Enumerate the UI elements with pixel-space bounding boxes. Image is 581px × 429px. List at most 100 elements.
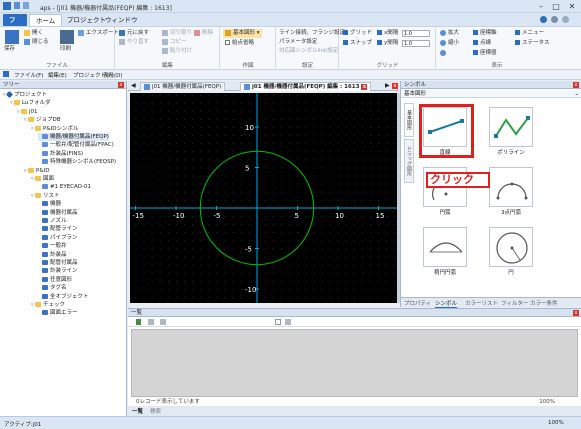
save-icon[interactable] xyxy=(5,30,19,44)
doc-tab-2[interactable]: j01 機器/機器付属品(FEQP) 編集 : 1613 x xyxy=(240,82,372,91)
symbol-category-select[interactable]: 基本図形 ⌄ xyxy=(401,90,581,98)
list-grid[interactable] xyxy=(131,329,578,397)
tree-node[interactable]: 任意図形 xyxy=(38,276,72,284)
undo-button[interactable]: 元に戻す xyxy=(119,29,149,38)
tree-node[interactable]: 配管付属品 xyxy=(38,259,78,267)
symbol-circle[interactable] xyxy=(489,227,533,267)
tree-node[interactable]: 機器 xyxy=(38,200,61,208)
vtab-basic-shapes[interactable]: 基本図形 xyxy=(404,103,414,137)
open-button[interactable]: 開く xyxy=(24,29,43,38)
line-connection-button[interactable]: ライン接続、フランジ設定 xyxy=(279,29,345,38)
close-doc-button[interactable]: 閉じる xyxy=(24,38,49,47)
tab-properties[interactable]: プロパティ xyxy=(404,299,431,307)
status-toggle[interactable]: ステータス xyxy=(515,39,550,48)
zoom-in-button[interactable]: 拡大 xyxy=(440,29,459,38)
paste-button[interactable]: 貼り付け xyxy=(162,47,192,56)
symbol-close-button[interactable]: x xyxy=(573,82,579,88)
tab-color-list[interactable]: カラーリスト xyxy=(465,299,498,307)
tab-file[interactable]: ファイル xyxy=(3,14,27,60)
tree-node[interactable]: 図面エラー xyxy=(38,309,78,317)
vtab-drag-shapes[interactable]: ドラッグ図形 xyxy=(404,139,414,183)
tree-node[interactable]: 機器/機器付属品(FEQP) xyxy=(38,133,109,141)
tab-window[interactable]: ウィンドウ xyxy=(99,14,144,26)
tree-node[interactable]: 計装品 xyxy=(38,251,67,259)
tab-filter[interactable]: フィルター xyxy=(501,299,528,307)
symbol-polyline[interactable] xyxy=(489,107,533,147)
symbol-link-button[interactable]: 対応図シンボルlink設定 xyxy=(279,47,338,56)
basic-shape-button[interactable]: 基本図形 ▾ xyxy=(223,29,262,38)
tab-scroll-right[interactable]: ▶ xyxy=(385,82,390,89)
tab-list[interactable]: 一覧 xyxy=(132,407,143,415)
info-icon[interactable] xyxy=(551,16,558,23)
menu-file[interactable]: ファイル(F) xyxy=(14,71,43,79)
symbol-ellipse-arc[interactable] xyxy=(423,227,467,267)
menu-toggle[interactable]: メニュー xyxy=(515,29,544,38)
tree-node[interactable]: タグ名 xyxy=(38,284,67,292)
settings-icon[interactable] xyxy=(562,16,569,23)
tab-scroll-left[interactable]: ◀ xyxy=(131,82,136,89)
tree-node[interactable]: ▿ Luフォルダ xyxy=(10,99,50,107)
tree-node[interactable]: 一般弁/配管付属品(FPAC) xyxy=(38,141,114,149)
redo-button[interactable]: やり直す xyxy=(119,38,149,47)
list-zoom[interactable]: 100% xyxy=(539,398,555,406)
undo-quick-icon[interactable] xyxy=(23,2,29,9)
tab-search[interactable]: 検索 xyxy=(150,407,161,415)
save-quick-icon[interactable] xyxy=(14,2,20,9)
parameter-button[interactable]: パラメータ設定 xyxy=(279,38,317,47)
doc-tab-close-icon[interactable]: x xyxy=(361,83,368,90)
tree-node[interactable]: ▿ プロジェクト xyxy=(3,90,47,99)
tree-node[interactable]: 配管ライン xyxy=(38,225,78,233)
menu-edit[interactable]: 編集(E) xyxy=(48,71,67,79)
chevron-down-icon[interactable]: ⌄ xyxy=(574,90,579,98)
snap-toggle[interactable]: スナップ xyxy=(343,39,372,48)
doc-close-icon[interactable]: x xyxy=(392,83,398,89)
copy-button[interactable]: コピー xyxy=(162,38,187,47)
dotline-toggle[interactable]: 点線 xyxy=(473,39,491,48)
save-button[interactable]: 保存 xyxy=(4,45,15,54)
filter-icon[interactable] xyxy=(136,319,141,325)
coord-axis-toggle[interactable]: 座標軸 xyxy=(473,29,497,38)
table-icon[interactable] xyxy=(148,319,154,325)
maximize-button[interactable]: □ xyxy=(549,1,563,12)
tree-node[interactable]: ▿ P&ID xyxy=(24,167,49,175)
export-button[interactable]: エクスポート xyxy=(78,29,119,38)
y-spacing-input[interactable]: 1.0 xyxy=(402,40,430,47)
export-list-icon[interactable] xyxy=(160,319,166,325)
tree-node[interactable]: 機器付属品 xyxy=(38,209,78,217)
print-list-icon[interactable] xyxy=(285,319,291,325)
tree-node[interactable]: ▿ P&IDシンボル xyxy=(31,125,78,133)
tree-node[interactable]: ▿ リスト xyxy=(31,192,60,200)
minimize-button[interactable]: – xyxy=(534,1,548,12)
tree-node[interactable]: ノズル xyxy=(38,217,67,225)
tree-node[interactable]: 全オブジェクト xyxy=(38,293,89,301)
tree-node[interactable]: 計装品(FINS) xyxy=(38,150,83,158)
tree-node[interactable]: 計装ライン xyxy=(38,267,78,275)
drawing-canvas[interactable]: -15 -10 -5 5 10 15 10 5 -5 -10 xyxy=(130,93,397,303)
tree-node[interactable]: ▿ ジョブDB xyxy=(24,116,61,124)
tree-node[interactable]: ▿ チェック xyxy=(31,301,65,309)
select-checkbox-icon[interactable] xyxy=(275,319,281,325)
x-spacing-input[interactable]: 1.0 xyxy=(402,30,430,37)
menu-view[interactable]: 表示(D) xyxy=(103,71,123,79)
midpoint-checkbox[interactable]: 始点省略 xyxy=(225,39,254,48)
print-button[interactable]: 印刷 xyxy=(60,45,71,54)
zoom-out-button[interactable]: 縮小 xyxy=(440,39,459,48)
symbol-3pt-arc[interactable] xyxy=(489,167,533,207)
tree-node[interactable]: 一般弁 xyxy=(38,242,67,250)
help-icon[interactable] xyxy=(540,16,547,23)
tree-node[interactable]: 特殊機器シンボル(FEQSP) xyxy=(38,158,116,166)
close-button[interactable]: ✕ xyxy=(565,1,579,12)
fit-button[interactable] xyxy=(440,49,448,58)
tab-home[interactable]: ホーム xyxy=(29,14,63,26)
status-zoom[interactable]: 100% xyxy=(548,420,564,426)
tree-node[interactable]: ▿ 図面 xyxy=(31,175,54,183)
coord-value-toggle[interactable]: 座標値 xyxy=(473,49,497,58)
tree-close-button[interactable]: x xyxy=(118,82,124,88)
doc-tab-1[interactable]: j01 機器/機器付属品(FEQP) xyxy=(140,82,226,91)
tree-node[interactable]: #1 EYECAD-01 xyxy=(38,183,91,191)
tab-color-condition[interactable]: カラー条件 xyxy=(530,299,558,307)
grid-toggle[interactable]: グリッド xyxy=(343,29,372,38)
tree-node[interactable]: ▿ j01 xyxy=(17,108,38,116)
cut-button[interactable]: 切り取り xyxy=(162,29,192,38)
delete-button[interactable]: 削除 xyxy=(194,29,213,38)
